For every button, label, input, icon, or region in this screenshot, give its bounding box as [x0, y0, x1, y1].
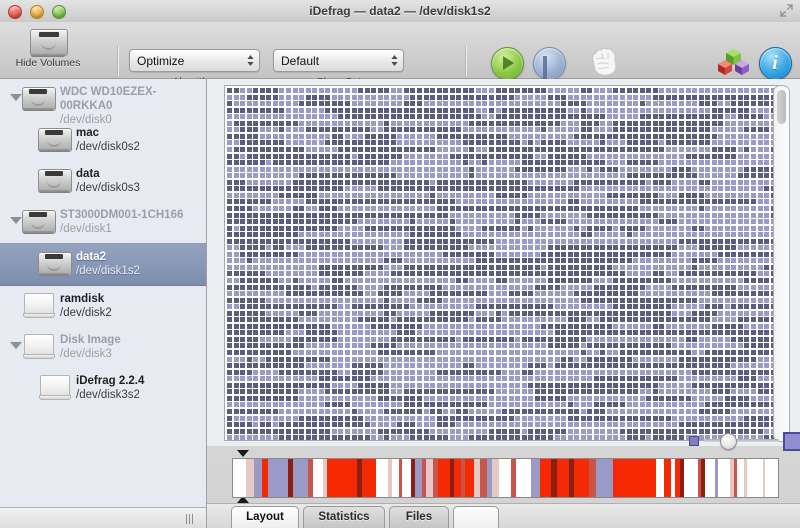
sidebar-item-name: iDefrag 2.2.4: [76, 375, 145, 387]
sidebar-item-data2[interactable]: data2/dev/disk1s2: [0, 243, 206, 286]
title-bar: iDefrag — data2 — /dev/disk1s2: [0, 0, 800, 23]
bottom-tab-bar[interactable]: Layout Statistics Files: [207, 503, 800, 528]
sidebar-item-name: data2: [76, 251, 107, 263]
sidebar-item-mac[interactable]: mac/dev/disk0s2: [0, 120, 206, 161]
hide-volumes-button[interactable]: Hide Volumes: [2, 25, 94, 69]
toolbar: Hide Volumes Optimize Algorithm Default: [0, 22, 800, 95]
sidebar-item-data[interactable]: data/dev/disk0s3: [0, 161, 206, 202]
zoom-slider-knob[interactable]: [720, 433, 737, 450]
small-square-icon[interactable]: [689, 436, 699, 446]
sidebar-item-path: /dev/disk2: [60, 307, 112, 319]
class-set-popup[interactable]: Default: [273, 49, 404, 72]
tab-bar-tail: [453, 506, 499, 528]
sidebar-item-st3000dm001-1ch166[interactable]: ST3000DM001-1CH166/dev/disk1: [0, 202, 206, 243]
idefrag-window: iDefrag — data2 — /dev/disk1s2 Hide Volu…: [0, 0, 800, 528]
disclosure-triangle-icon[interactable]: [10, 342, 22, 349]
hard-disk-icon: [2, 25, 94, 57]
sidebar-item-ramdisk[interactable]: ramdisk/dev/disk2: [0, 286, 206, 327]
play-icon: [490, 47, 524, 80]
sidebar-item-path: /dev/disk1s2: [76, 265, 140, 277]
pause-icon: [532, 47, 566, 86]
sidebar-item-name: mac: [76, 127, 100, 139]
chevron-updown-icon: [391, 55, 398, 66]
tab-files[interactable]: Files: [389, 506, 449, 528]
sidebar-item-disk-image[interactable]: Disk Image/dev/disk3: [0, 327, 206, 368]
close-button[interactable]: [8, 5, 22, 19]
hard-disk-icon: [22, 85, 56, 115]
algorithm-popup[interactable]: Optimize: [129, 49, 260, 72]
algorithm-value: Optimize: [137, 53, 185, 68]
fist-icon: [592, 47, 617, 76]
resize-grip-icon[interactable]: [186, 514, 197, 524]
volume-icon: [38, 250, 72, 280]
tab-layout[interactable]: Layout: [231, 506, 299, 528]
blank-volume-icon: [22, 292, 56, 322]
info-circle-icon: i: [758, 47, 792, 80]
sidebar-item-path: /dev/disk1: [60, 223, 112, 235]
colored-cubes-icon: [717, 49, 749, 75]
chevron-updown-icon: [247, 55, 254, 66]
sidebar-footer: [0, 507, 207, 528]
sidebar-item-path: /dev/disk3: [60, 348, 112, 360]
blank-volume-icon: [38, 374, 72, 404]
sidebar-item-path: /dev/disk0s2: [76, 141, 140, 153]
toolbar-separator-2: [465, 46, 467, 76]
traffic-lights: [8, 5, 66, 19]
class-set-value: Default: [281, 53, 320, 68]
sidebar-item-name: data: [76, 168, 100, 180]
sidebar-item-name: Disk Image: [60, 334, 121, 346]
fragmentation-bands[interactable]: [232, 458, 779, 498]
sidebar-item-name: ramdisk: [60, 293, 105, 305]
tab-statistics[interactable]: Statistics: [303, 506, 385, 528]
block-map-panel: [207, 79, 800, 446]
hide-volumes-label: Hide Volumes: [15, 57, 81, 69]
sidebar-item-path: /dev/disk0s3: [76, 182, 140, 194]
minimize-button[interactable]: [30, 5, 44, 19]
hard-disk-icon: [22, 208, 56, 238]
top-position-marker[interactable]: [237, 450, 249, 457]
toolbar-separator-1: [117, 46, 119, 76]
window-title: iDefrag — data2 — /dev/disk1s2: [309, 4, 491, 18]
map-zoom-row: [207, 430, 800, 451]
sidebar-item-name: ST3000DM001-1CH166: [60, 209, 184, 221]
block-map[interactable]: [224, 85, 779, 441]
sidebar-item-path: /dev/disk3s2: [76, 389, 140, 401]
zoom-button[interactable]: [52, 5, 66, 19]
map-vertical-scrollbar[interactable]: [773, 85, 790, 442]
volume-icon: [38, 167, 72, 197]
fragmentation-overview-strip: [207, 450, 800, 503]
scrollbar-thumb[interactable]: [777, 90, 786, 124]
sidebar-item-idefrag-2-2-4[interactable]: iDefrag 2.2.4/dev/disk3s2: [0, 368, 206, 409]
sidebar-item-wdc-wd10ezex-00rkka0[interactable]: WDC WD10EZEX-00RKKA0/dev/disk0: [0, 79, 206, 126]
volumes-sidebar[interactable]: WDC WD10EZEX-00RKKA0/dev/disk0 mac/dev/di…: [0, 79, 207, 507]
blank-volume-icon: [22, 333, 56, 363]
fullscreen-icon[interactable]: [780, 4, 793, 17]
volume-icon: [38, 126, 72, 156]
large-square-icon[interactable]: [783, 432, 800, 451]
disclosure-triangle-icon[interactable]: [10, 217, 22, 224]
map-zoom-slider[interactable]: [704, 439, 779, 442]
disclosure-triangle-icon[interactable]: [10, 94, 22, 101]
sidebar-item-name: WDC WD10EZEX-00RKKA0: [60, 86, 157, 112]
